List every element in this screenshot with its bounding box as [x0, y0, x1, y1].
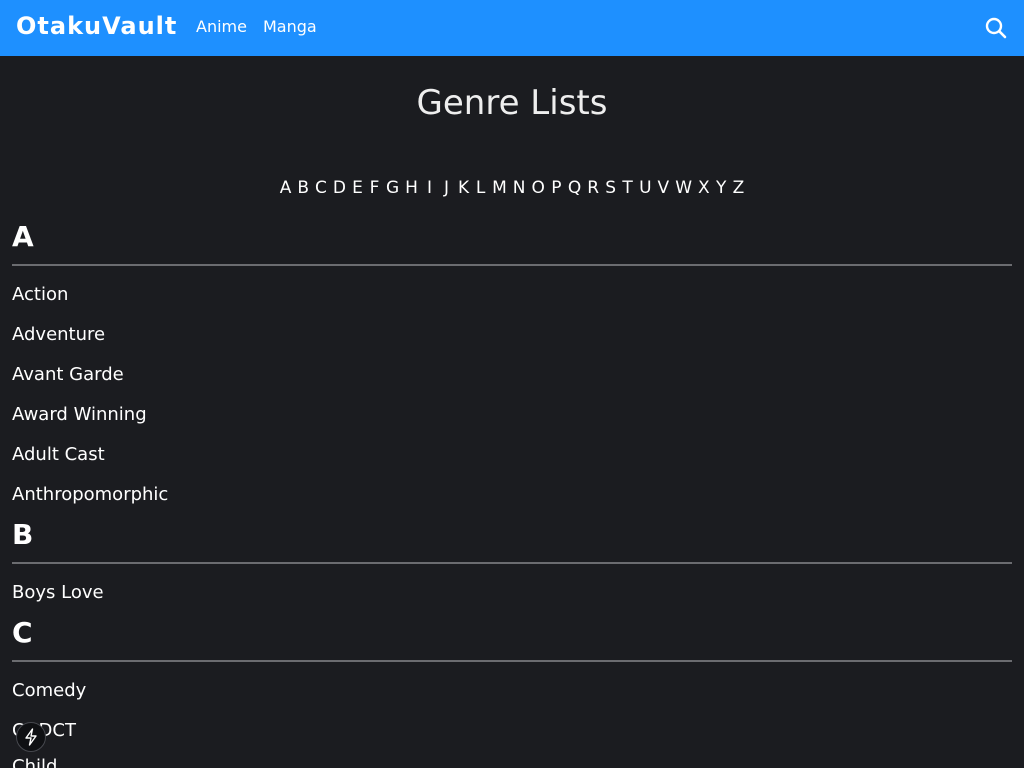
- alpha-link-z[interactable]: Z: [733, 178, 745, 198]
- nav-link-anime[interactable]: Anime: [196, 17, 247, 36]
- alpha-link-i[interactable]: I: [424, 178, 435, 198]
- section-heading-c: C: [12, 616, 33, 649]
- alpha-link-y[interactable]: Y: [716, 178, 727, 198]
- genre-link-action[interactable]: Action: [12, 284, 68, 305]
- alpha-link-o[interactable]: O: [532, 178, 545, 198]
- section-divider: [12, 660, 1012, 662]
- alpha-link-x[interactable]: X: [698, 178, 710, 198]
- section-heading-b: B: [12, 518, 34, 551]
- alpha-link-d[interactable]: D: [333, 178, 346, 198]
- genre-link-boys-love[interactable]: Boys Love: [12, 582, 104, 603]
- alpha-link-p[interactable]: P: [551, 178, 562, 198]
- alpha-link-a[interactable]: A: [280, 178, 292, 198]
- site-logo[interactable]: OtakuVault: [16, 12, 177, 40]
- alpha-link-j[interactable]: J: [441, 178, 452, 198]
- alpha-link-h[interactable]: H: [405, 178, 418, 198]
- alphabet-jump-nav: A B C D E F G H I J K L M N O P Q R S T …: [0, 178, 1024, 198]
- genre-link-avant-garde[interactable]: Avant Garde: [12, 364, 124, 385]
- alpha-link-e[interactable]: E: [352, 178, 363, 198]
- alpha-link-b[interactable]: B: [297, 178, 309, 198]
- top-navbar: OtakuVault Anime Manga: [0, 0, 1024, 56]
- alpha-link-g[interactable]: G: [386, 178, 399, 198]
- alpha-link-r[interactable]: R: [587, 178, 599, 198]
- alpha-link-s[interactable]: S: [605, 178, 616, 198]
- alpha-link-t[interactable]: T: [622, 178, 633, 198]
- floating-action-button[interactable]: [16, 722, 46, 752]
- alpha-link-k[interactable]: K: [458, 178, 469, 198]
- nav-link-manga[interactable]: Manga: [263, 17, 317, 36]
- alpha-link-v[interactable]: V: [658, 178, 670, 198]
- alpha-link-n[interactable]: N: [513, 178, 526, 198]
- alpha-link-f[interactable]: F: [369, 178, 380, 198]
- genre-link-adult-cast[interactable]: Adult Cast: [12, 444, 105, 465]
- alpha-link-w[interactable]: W: [675, 178, 692, 198]
- genre-link-comedy[interactable]: Comedy: [12, 680, 86, 701]
- section-heading-a: A: [12, 220, 34, 253]
- alpha-link-q[interactable]: Q: [568, 178, 581, 198]
- alpha-link-m[interactable]: M: [492, 178, 507, 198]
- search-button[interactable]: [984, 16, 1008, 40]
- genre-link-adventure[interactable]: Adventure: [12, 324, 105, 345]
- genre-link-anthropomorphic[interactable]: Anthropomorphic: [12, 484, 168, 505]
- page-title: Genre Lists: [416, 83, 608, 123]
- section-divider: [12, 264, 1012, 266]
- alpha-link-u[interactable]: U: [639, 178, 651, 198]
- section-divider: [12, 562, 1012, 564]
- genre-link-child[interactable]: Child: [12, 756, 57, 768]
- alpha-link-c[interactable]: C: [315, 178, 327, 198]
- genre-link-award-winning[interactable]: Award Winning: [12, 404, 147, 425]
- bolt-icon: [25, 728, 37, 746]
- search-icon: [985, 17, 1007, 39]
- alpha-link-l[interactable]: L: [475, 178, 486, 198]
